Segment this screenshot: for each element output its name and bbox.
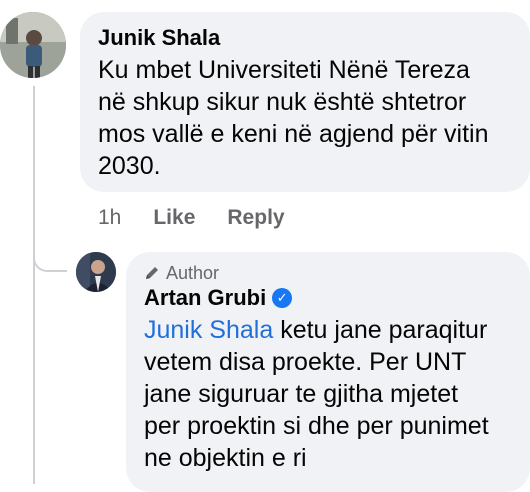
- reply-author: Artan Grubi ✓: [144, 284, 512, 312]
- thread-line: [33, 86, 35, 484]
- mention-link[interactable]: Junik Shala: [144, 316, 273, 344]
- avatar-photo: [76, 252, 116, 292]
- author-badge: Author: [144, 262, 512, 284]
- comment-bubble: Junik Shala Ku mbet Universiteti Nënë Te…: [80, 12, 530, 192]
- reply-bubble: Author Artan Grubi ✓ Junik Shala ketu ja…: [126, 252, 530, 492]
- like-button[interactable]: Like: [153, 204, 195, 232]
- reply-button[interactable]: Reply: [227, 204, 284, 232]
- pencil-icon: [146, 267, 158, 279]
- comment-author[interactable]: Junik Shala: [98, 24, 512, 52]
- verified-icon: ✓: [272, 288, 293, 308]
- comment-time[interactable]: 1h: [98, 204, 121, 232]
- reply-author-name[interactable]: Artan Grubi: [144, 284, 266, 312]
- author-badge-label: Author: [166, 263, 220, 283]
- reply-text: Junik Shala ketu jane paraqitur vetem di…: [144, 314, 512, 474]
- reply-connector: [33, 248, 67, 272]
- comment-text: Ku mbet Universiteti Nënë Tereza në shku…: [98, 56, 489, 180]
- reply-avatar[interactable]: [76, 252, 116, 292]
- avatar[interactable]: [0, 12, 66, 78]
- avatar-photo: [0, 12, 66, 78]
- comment-actions: 1h Like Reply: [98, 204, 285, 232]
